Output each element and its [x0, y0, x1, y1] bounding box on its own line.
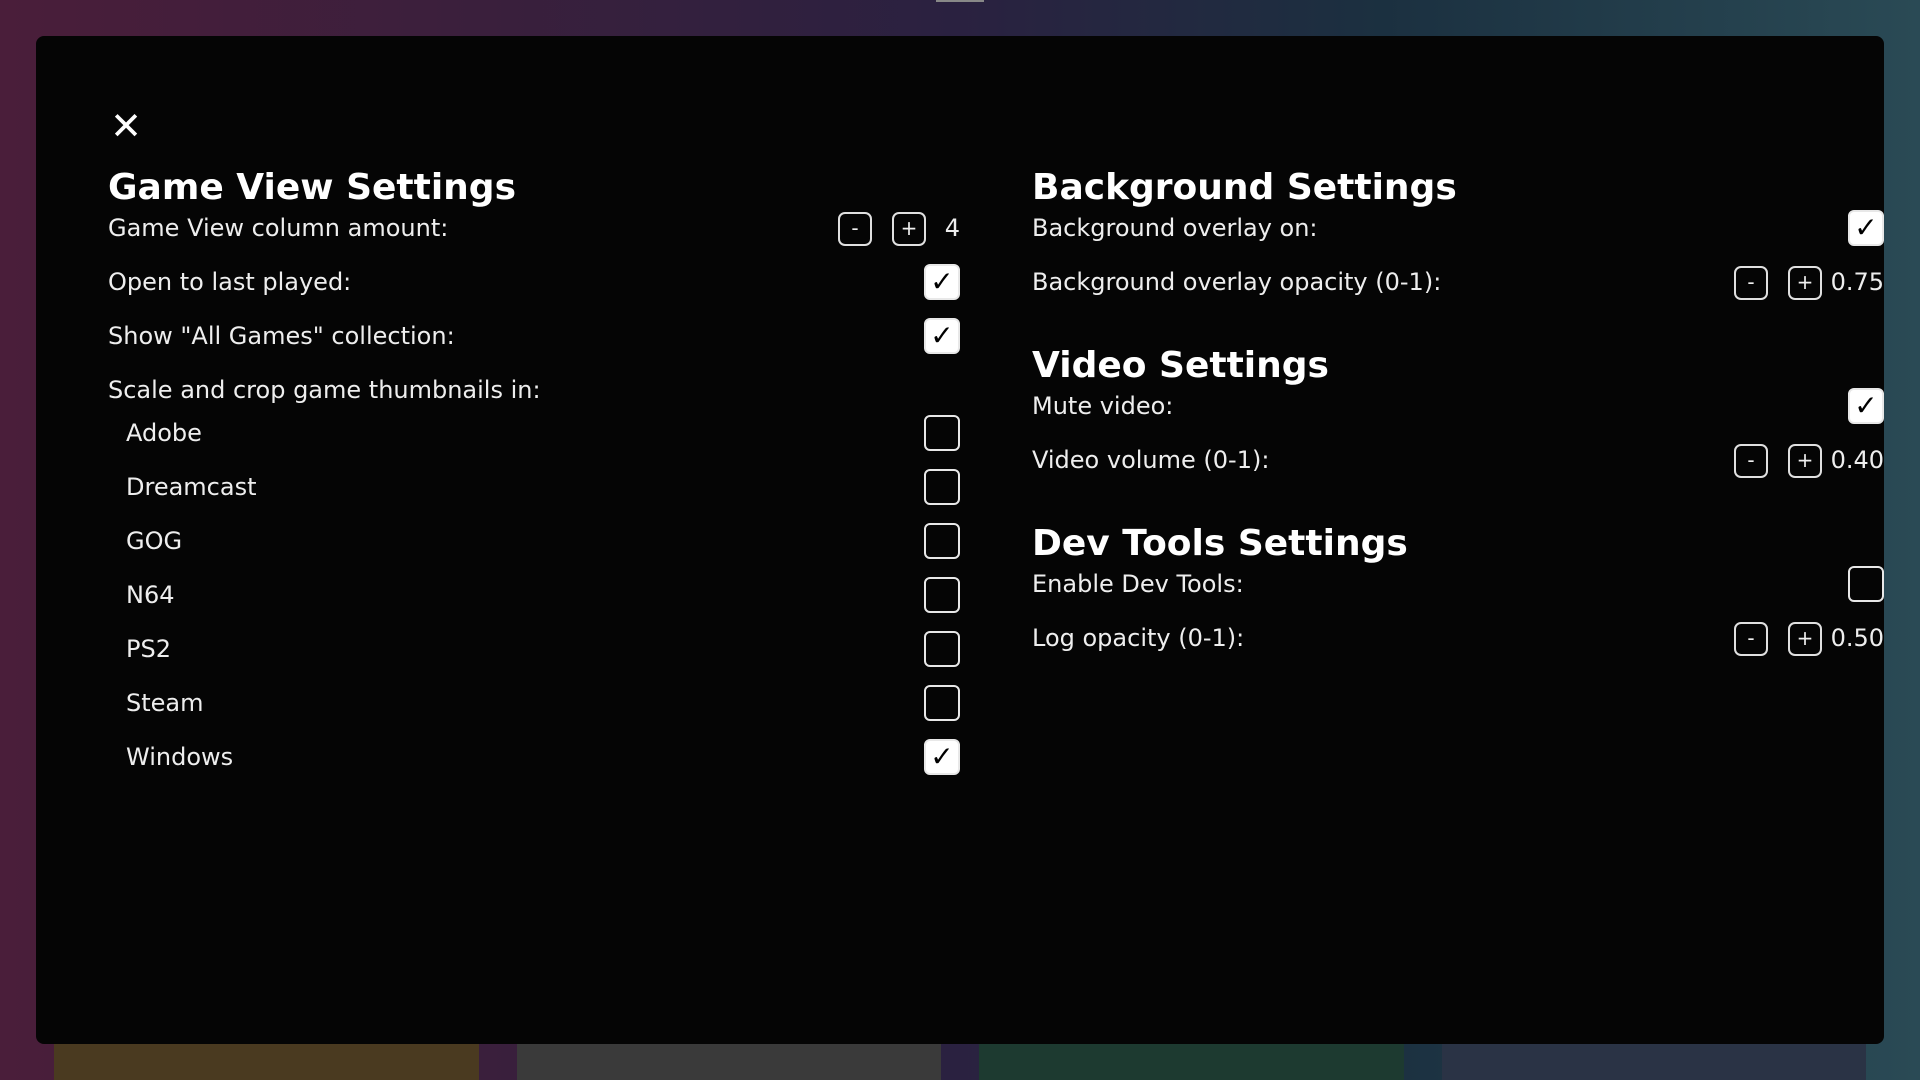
log-opacity-label: Log opacity (0-1):: [1032, 624, 1245, 652]
column-amount-increment-button[interactable]: +: [892, 212, 926, 246]
column-amount-decrement-button[interactable]: -: [838, 212, 872, 246]
background-settings-title: Background Settings: [1032, 167, 1457, 208]
column-amount-row: Game View column amount: - + 4: [108, 208, 960, 248]
background-opacity-increment-button[interactable]: +: [1788, 266, 1822, 300]
platform-label: GOG: [126, 527, 183, 555]
platform-row-n64: N64: [108, 575, 960, 615]
video-volume-label: Video volume (0-1):: [1032, 446, 1270, 474]
platform-label: PS2: [126, 635, 171, 663]
platform-adobe-checkbox[interactable]: [924, 415, 960, 451]
enable-dev-tools-row: Enable Dev Tools:: [1032, 564, 1884, 604]
platform-label: N64: [126, 581, 175, 609]
video-volume-row: Video volume (0-1): - + 0.40: [1032, 440, 1884, 480]
open-last-played-label: Open to last played:: [108, 268, 352, 296]
log-opacity-row: Log opacity (0-1): - + 0.50: [1032, 618, 1884, 658]
mute-video-row: Mute video: ✓: [1032, 386, 1884, 426]
column-amount-label: Game View column amount:: [108, 214, 449, 242]
platform-dreamcast-checkbox[interactable]: [924, 469, 960, 505]
platform-label: Dreamcast: [126, 473, 257, 501]
video-volume-decrement-button[interactable]: -: [1734, 444, 1768, 478]
scale-crop-label: Scale and crop game thumbnails in:: [108, 376, 541, 404]
video-settings-title: Video Settings: [1032, 345, 1329, 386]
scale-crop-row: Scale and crop game thumbnails in:: [108, 370, 960, 410]
platform-row-ps2: PS2: [108, 629, 960, 669]
platform-ps2-checkbox[interactable]: [924, 631, 960, 667]
enable-dev-tools-checkbox[interactable]: [1848, 566, 1884, 602]
platform-row-windows: Windows ✓: [108, 737, 960, 777]
dev-tools-settings-title: Dev Tools Settings: [1032, 523, 1408, 564]
video-volume-value: 0.40: [1830, 446, 1884, 474]
log-opacity-decrement-button[interactable]: -: [1734, 622, 1768, 656]
platform-row-adobe: Adobe: [108, 413, 960, 453]
platform-row-steam: Steam: [108, 683, 960, 723]
background-overlay-label: Background overlay on:: [1032, 214, 1318, 242]
show-all-games-label: Show "All Games" collection:: [108, 322, 455, 350]
background-opacity-decrement-button[interactable]: -: [1734, 266, 1768, 300]
background-opacity-row: Background overlay opacity (0-1): - + 0.…: [1032, 262, 1884, 302]
log-opacity-increment-button[interactable]: +: [1788, 622, 1822, 656]
platform-label: Adobe: [126, 419, 202, 447]
show-all-games-checkbox[interactable]: ✓: [924, 318, 960, 354]
log-opacity-value: 0.50: [1830, 624, 1884, 652]
background-opacity-value: 0.75: [1830, 268, 1884, 296]
platform-n64-checkbox[interactable]: [924, 577, 960, 613]
enable-dev-tools-label: Enable Dev Tools:: [1032, 570, 1244, 598]
platform-steam-checkbox[interactable]: [924, 685, 960, 721]
platform-label: Steam: [126, 689, 204, 717]
platform-windows-checkbox[interactable]: ✓: [924, 739, 960, 775]
platform-row-dreamcast: Dreamcast: [108, 467, 960, 507]
background-scroll-indicator: [936, 0, 984, 2]
platform-gog-checkbox[interactable]: [924, 523, 960, 559]
column-amount-value: 4: [944, 214, 960, 242]
mute-video-checkbox[interactable]: ✓: [1848, 388, 1884, 424]
open-last-played-checkbox[interactable]: ✓: [924, 264, 960, 300]
background-overlay-checkbox[interactable]: ✓: [1848, 210, 1884, 246]
mute-video-label: Mute video:: [1032, 392, 1174, 420]
settings-modal: ✕ Game View Settings Game View column am…: [36, 36, 1884, 1044]
background-overlay-row: Background overlay on: ✓: [1032, 208, 1884, 248]
background-opacity-label: Background overlay opacity (0-1):: [1032, 268, 1442, 296]
close-icon[interactable]: ✕: [108, 107, 144, 145]
platform-label: Windows: [126, 743, 234, 771]
game-view-settings-title: Game View Settings: [108, 167, 517, 208]
platform-row-gog: GOG: [108, 521, 960, 561]
show-all-games-row: Show "All Games" collection: ✓: [108, 316, 960, 356]
video-volume-increment-button[interactable]: +: [1788, 444, 1822, 478]
open-last-played-row: Open to last played: ✓: [108, 262, 960, 302]
